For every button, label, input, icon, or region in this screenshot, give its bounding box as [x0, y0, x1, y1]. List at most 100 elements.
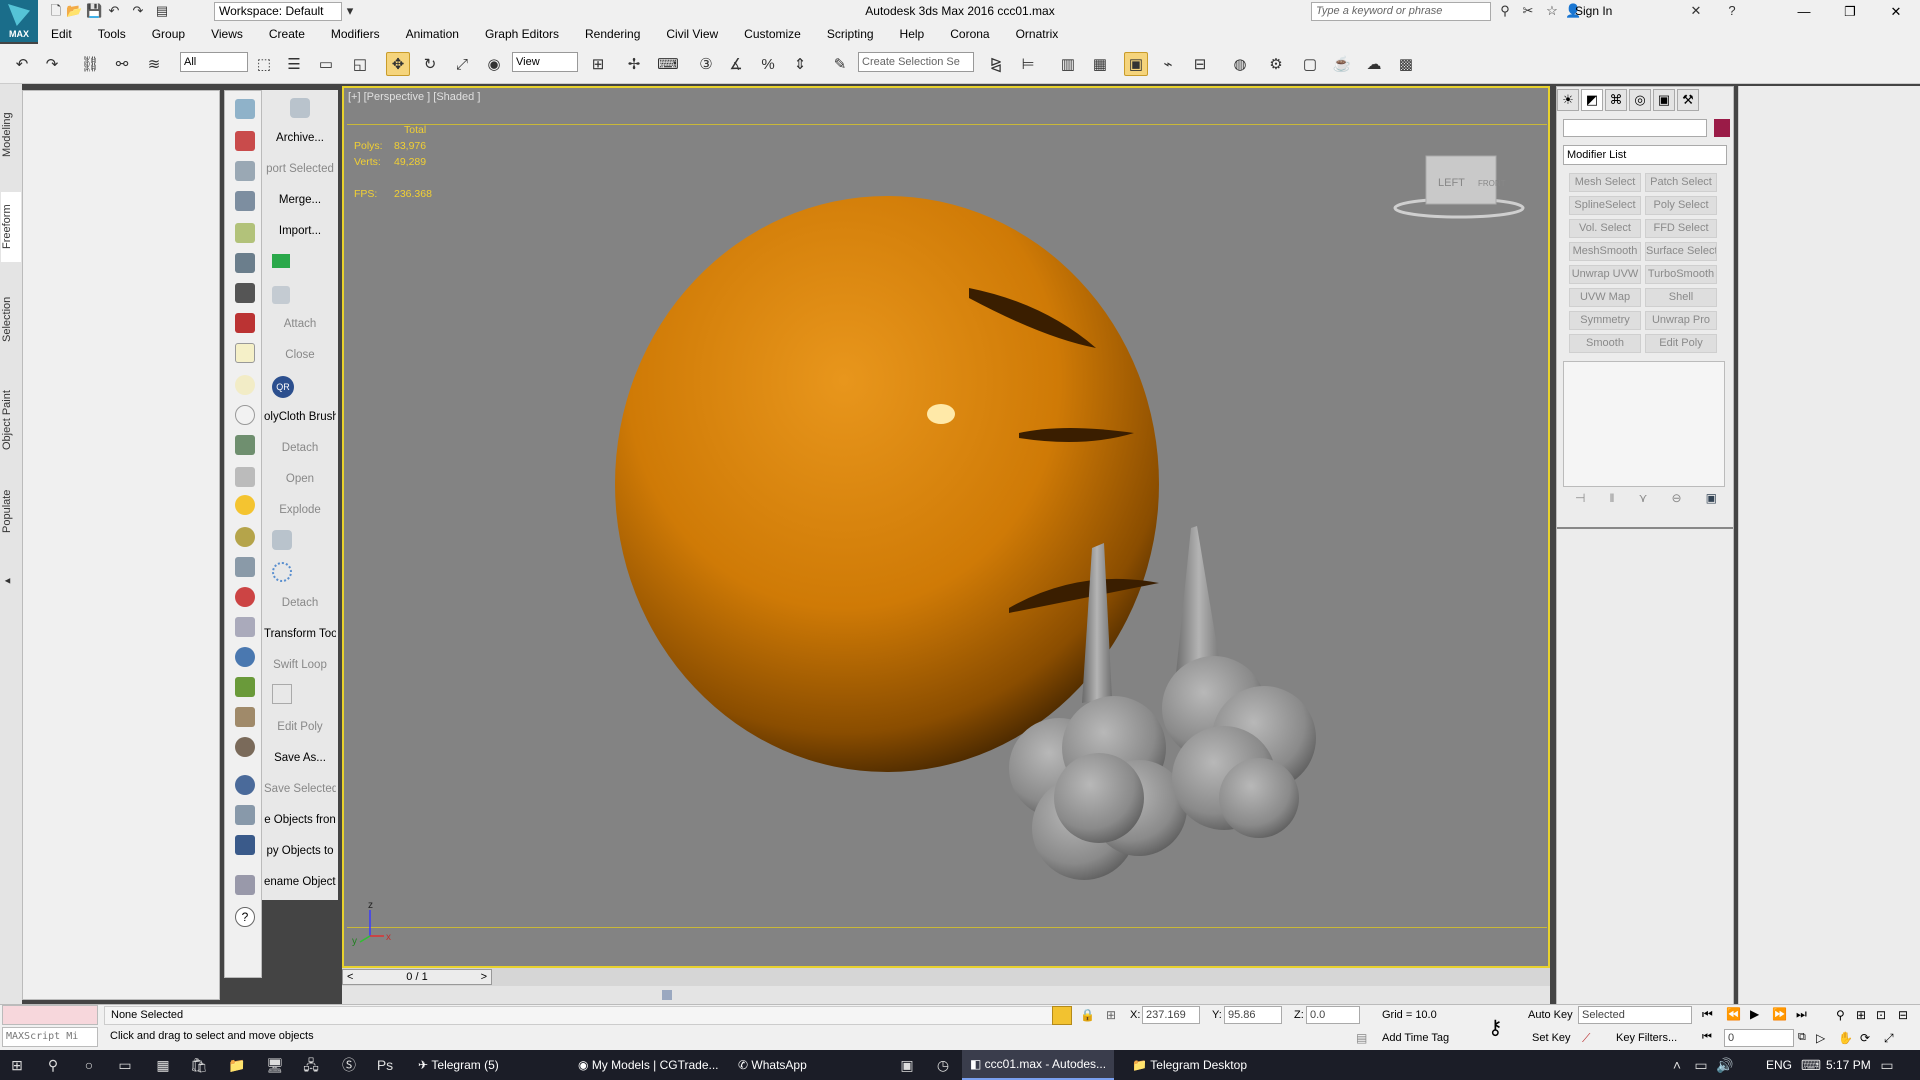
zoom-all-icon[interactable]: ⊞ — [1856, 1008, 1866, 1022]
track-bar[interactable] — [342, 986, 1550, 1004]
clock[interactable]: 5:17 PM — [1826, 1050, 1871, 1080]
set-key-icon[interactable]: ⚷ — [1488, 1015, 1503, 1040]
search-icon[interactable]: ⚲ — [42, 1055, 64, 1075]
previous-frame-icon[interactable]: ⏪ — [1726, 1007, 1741, 1021]
set-key-button[interactable]: Set Key — [1532, 1032, 1571, 1044]
record-icon[interactable] — [235, 283, 255, 303]
schematic-view-icon[interactable]: ⊟ — [1188, 52, 1212, 76]
default-tangent-icon[interactable]: ⟋ — [1582, 1031, 1590, 1046]
poly-select-button[interactable]: Poly Select — [1645, 196, 1717, 215]
archive-button[interactable]: Archive... — [264, 132, 336, 144]
align-icon[interactable]: ⊨ — [1016, 52, 1040, 76]
menu-corona[interactable]: Corona — [937, 27, 1002, 41]
zoom-extents-icon[interactable]: ⊡ — [1876, 1008, 1886, 1022]
particles-icon[interactable] — [272, 562, 292, 582]
current-frame-field[interactable]: 0 — [1724, 1029, 1794, 1047]
polycloth-brush-button[interactable]: olyCloth Brush — [264, 411, 336, 423]
display-tab-icon[interactable]: ▣ — [1653, 89, 1675, 111]
lock-icon[interactable]: 🔒 — [1080, 1008, 1095, 1022]
help-icon[interactable]: ? — [235, 907, 255, 927]
time-tag-icon[interactable]: ▤ — [1356, 1031, 1367, 1045]
angle-snap-icon[interactable]: ∡ — [724, 52, 748, 76]
merge-button[interactable]: Merge... — [264, 194, 336, 206]
spline-select-button[interactable]: SplineSelect — [1569, 196, 1641, 215]
keyboard-shortcut-override-icon[interactable]: ⌨ — [656, 52, 680, 76]
track-bar-key[interactable] — [662, 990, 672, 1000]
save-as-button[interactable]: Save As... — [264, 752, 336, 764]
cylinder-icon[interactable] — [235, 435, 255, 455]
task-view-icon[interactable]: ▭ — [114, 1055, 136, 1075]
menu-ornatrix[interactable]: Ornatrix — [1003, 27, 1072, 41]
store-icon[interactable]: 🛍 — [188, 1055, 210, 1075]
keyboard-icon[interactable]: ⌨ — [1800, 1055, 1822, 1075]
go-to-end-icon[interactable]: ⏭ — [1796, 1007, 1807, 1022]
subscription-icon[interactable]: ✂ — [1520, 3, 1536, 19]
globe-icon[interactable] — [235, 647, 255, 667]
teapot-icon[interactable] — [235, 99, 255, 119]
x-coord-field[interactable]: 237.169 — [1142, 1006, 1200, 1024]
unwrap-pro-button[interactable]: Unwrap Pro — [1645, 311, 1717, 330]
bind-space-warp-icon[interactable]: ≋ — [142, 52, 166, 76]
network-tray-icon[interactable]: ▭ — [1690, 1055, 1712, 1075]
isolate-selection-icon[interactable] — [1052, 1006, 1072, 1025]
mirror-icon[interactable]: ⧎ — [984, 52, 1008, 76]
transform-tool-button[interactable]: Transform Tool — [264, 628, 336, 640]
tab-freeform[interactable]: Freeform — [1, 192, 21, 262]
pin-stack-icon[interactable]: ⊣ — [1575, 491, 1585, 511]
spinner-snap-icon[interactable]: ⇕ — [788, 52, 812, 76]
toggle-ribbon-icon[interactable]: ▦ — [1088, 52, 1112, 76]
viewcube[interactable]: LEFT FRONT — [1393, 155, 1525, 219]
brush-icon[interactable] — [235, 707, 255, 727]
snaps-toggle-icon[interactable]: ③ — [694, 52, 718, 76]
menu-edit[interactable]: Edit — [38, 27, 85, 41]
make-unique-icon[interactable]: ⋎ — [1639, 491, 1648, 511]
close-button[interactable]: ✕ — [1876, 2, 1916, 22]
play-icon[interactable]: ▶ — [1750, 1007, 1759, 1021]
material-sphere-icon[interactable] — [235, 775, 255, 795]
chevron-left-icon[interactable]: < — [347, 971, 353, 983]
paint-icon[interactable] — [235, 587, 255, 607]
mesh-select-button[interactable]: Mesh Select — [1569, 173, 1641, 192]
edit-poly-modifier-button[interactable]: Edit Poly — [1645, 334, 1717, 353]
patch-select-button[interactable]: Patch Select — [1645, 173, 1717, 192]
minimize-button[interactable]: — — [1784, 2, 1824, 22]
show-end-result-icon[interactable]: ‖ — [1610, 491, 1615, 511]
ribbon-options-icon[interactable]: ▸ — [1, 572, 21, 592]
configure-modifier-sets-icon[interactable]: ▣ — [1706, 491, 1717, 511]
merge-icon[interactable] — [235, 805, 255, 825]
rendered-frame-window-icon[interactable]: ▢ — [1298, 52, 1322, 76]
copy-objects-to-button[interactable]: py Objects to — [264, 845, 336, 857]
menu-customize[interactable]: Customize — [731, 27, 814, 41]
omni-light-icon[interactable] — [235, 527, 255, 547]
network-icon[interactable]: 🖧 — [300, 1055, 322, 1075]
modifier-list-dropdown[interactable]: Modifier List — [1563, 145, 1727, 165]
next-frame-icon[interactable]: ⏩ — [1772, 1007, 1787, 1021]
tab-modeling[interactable]: Modeling — [1, 100, 21, 170]
language-indicator[interactable]: ENG — [1766, 1050, 1792, 1080]
vol-select-button[interactable]: Vol. Select — [1569, 219, 1641, 238]
desktop-icon[interactable]: 🖥 — [264, 1055, 286, 1075]
auto-key-button[interactable]: Auto Key — [1528, 1009, 1573, 1021]
photoshop-icon[interactable]: Ps — [374, 1055, 396, 1075]
surface-select-button[interactable]: Surface Select — [1645, 242, 1717, 261]
meshsmooth-button[interactable]: MeshSmooth — [1569, 242, 1641, 261]
folder-icon[interactable]: 📁 — [226, 1055, 248, 1075]
menu-rendering[interactable]: Rendering — [572, 27, 653, 41]
unwrap-uvw-button[interactable]: Unwrap UVW — [1569, 265, 1641, 284]
menu-views[interactable]: Views — [198, 27, 256, 41]
motion-tab-icon[interactable]: ◎ — [1629, 89, 1651, 111]
key-mode-dropdown[interactable]: Selected — [1578, 1006, 1692, 1024]
smooth-button[interactable]: Smooth — [1569, 334, 1641, 353]
shell-button[interactable]: Shell — [1645, 288, 1717, 307]
skype-icon[interactable]: Ⓢ — [338, 1055, 360, 1075]
select-and-rotate-icon[interactable]: ↻ — [418, 52, 442, 76]
key-filters-button[interactable]: Key Filters... — [1616, 1032, 1677, 1044]
binoculars-icon[interactable]: ⚲ — [1497, 3, 1513, 19]
film-icon[interactable] — [235, 313, 255, 333]
render-setup-icon[interactable]: ⚙ — [1264, 52, 1288, 76]
window-crossing-icon[interactable]: ◱ — [348, 52, 372, 76]
chevron-right-icon[interactable]: > — [481, 971, 487, 983]
scene-explorer-panel[interactable] — [22, 90, 220, 1000]
plant-icon[interactable] — [235, 677, 255, 697]
maximize-viewport-icon[interactable]: ⤢ — [1884, 1031, 1894, 1046]
